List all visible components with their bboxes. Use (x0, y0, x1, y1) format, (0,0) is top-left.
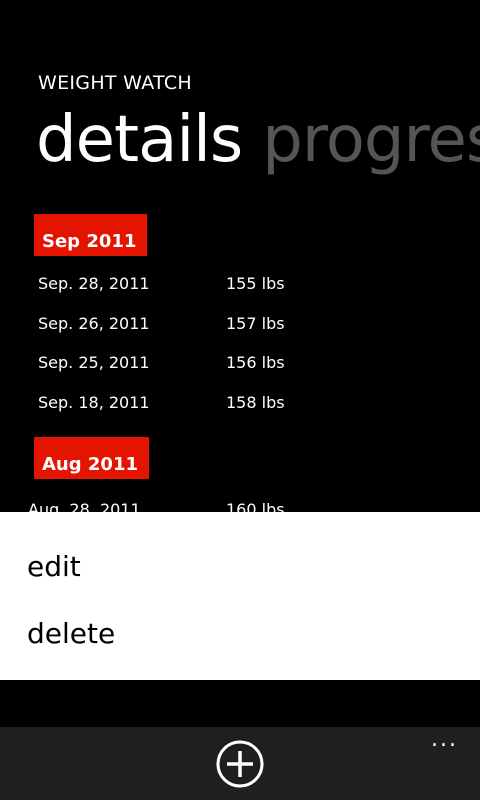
entry-date: Sep. 25, 2011 (38, 353, 150, 372)
entry-date: Sep. 28, 2011 (38, 274, 150, 293)
entry-date: Sep. 18, 2011 (38, 393, 150, 412)
list-item[interactable]: Sep. 25, 2011 156 lbs (38, 353, 285, 372)
group-header-sep-2011[interactable]: Sep 2011 (34, 214, 147, 256)
list-item[interactable]: Sep. 18, 2011 158 lbs (38, 393, 285, 412)
list-item[interactable]: Sep. 28, 2011 155 lbs (38, 274, 285, 293)
pivot-header: details progres (36, 102, 480, 178)
group-header-aug-2011[interactable]: Aug 2011 (34, 437, 149, 479)
more-button[interactable]: ... (431, 727, 458, 753)
pivot-item-progress[interactable]: progres (262, 103, 480, 177)
delete-menu-item[interactable]: delete (27, 617, 115, 650)
context-menu: edit delete (0, 512, 480, 680)
entry-weight: 155 lbs (226, 274, 285, 293)
add-button[interactable] (215, 739, 265, 789)
entry-weight: 156 lbs (226, 353, 285, 372)
entry-date: Sep. 26, 2011 (38, 314, 150, 333)
edit-menu-item[interactable]: edit (27, 550, 81, 583)
pivot-item-details[interactable]: details (36, 103, 243, 177)
app-bar: ... (0, 727, 480, 800)
list-item[interactable]: Sep. 26, 2011 157 lbs (38, 314, 285, 333)
entry-weight: 157 lbs (226, 314, 285, 333)
app-title: WEIGHT WATCH (38, 72, 192, 94)
entry-weight: 158 lbs (226, 393, 285, 412)
add-icon (216, 740, 264, 788)
